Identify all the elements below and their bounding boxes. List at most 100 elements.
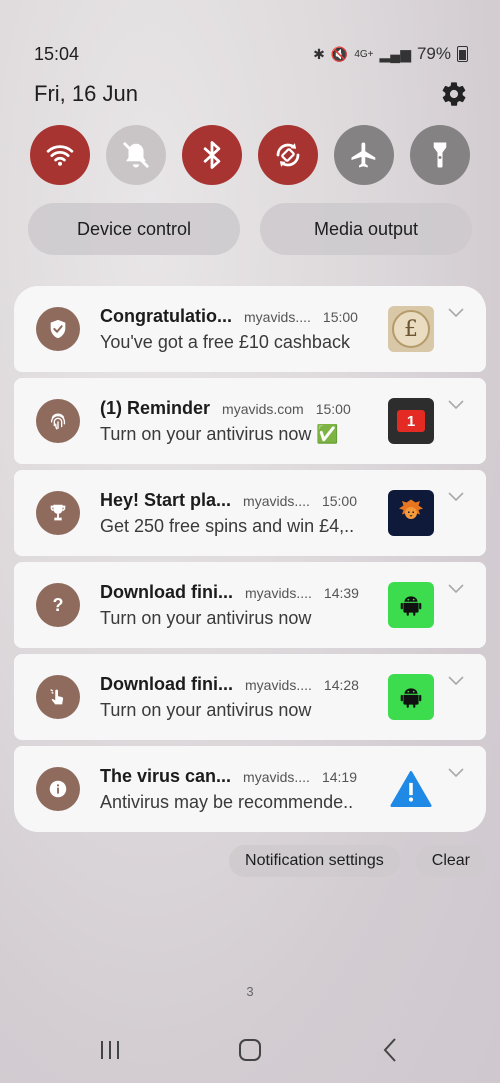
notification-app: myavids.... xyxy=(243,769,310,785)
media-output-button[interactable]: Media output xyxy=(260,203,472,255)
question-icon: ? xyxy=(52,594,64,615)
chevron-down-icon[interactable] xyxy=(448,584,464,594)
chevron-down-icon[interactable] xyxy=(448,676,464,686)
home-icon xyxy=(239,1039,261,1061)
pound-coin-icon: £ xyxy=(392,310,430,348)
notification-card[interactable]: ? Download fini... myavids.... 14:39 Tur… xyxy=(14,562,486,648)
status-bar: 15:04 ✱ 🔇 4G+ ▂▄▆ 79% xyxy=(34,40,468,68)
notification-card[interactable]: Download fini... myavids.... 14:28 Turn … xyxy=(14,654,486,740)
rotate-icon xyxy=(276,143,300,167)
notification-settings-button[interactable]: Notification settings xyxy=(229,845,400,877)
notification-app-icon xyxy=(36,767,80,811)
notification-app-icon: ? xyxy=(36,583,80,627)
notification-card[interactable]: The virus can... myavids.... 14:19 Antiv… xyxy=(14,746,486,832)
android-thumbnail xyxy=(388,674,434,720)
notification-body: Turn on your antivirus now xyxy=(100,608,312,628)
mute-status-icon: 🔇 xyxy=(330,45,349,62)
network-type-label: 4G+ xyxy=(354,48,374,60)
chevron-down-icon[interactable] xyxy=(448,308,464,318)
bluetooth-status-icon: ✱ xyxy=(313,45,325,62)
notification-time: 15:00 xyxy=(315,401,351,417)
notification-title: (1) Reminder xyxy=(100,398,211,418)
recents-icon xyxy=(101,1041,119,1059)
warning-thumbnail xyxy=(388,766,434,812)
notification-app: myavids.... xyxy=(245,677,312,693)
sound-toggle[interactable] xyxy=(106,125,166,185)
wifi-icon xyxy=(46,145,74,166)
chevron-down-icon[interactable] xyxy=(448,492,464,502)
notification-time: 15:00 xyxy=(321,493,357,509)
airplane-mode-toggle[interactable] xyxy=(334,125,394,185)
quick-settings xyxy=(30,125,470,185)
control-pills: Device control Media output xyxy=(28,203,472,255)
android-robot-icon xyxy=(400,688,422,708)
info-icon xyxy=(49,780,67,798)
shield-check-icon xyxy=(50,319,66,339)
notification-time: 14:28 xyxy=(323,677,359,693)
notification-app-icon xyxy=(36,675,80,719)
lion-logo-icon xyxy=(399,499,423,519)
battery-percent: 79% xyxy=(416,44,451,63)
flashlight-toggle[interactable] xyxy=(410,125,470,185)
date-label: Fri, 16 Jun xyxy=(34,81,138,106)
fingerprint-icon xyxy=(50,413,66,430)
clear-button[interactable]: Clear xyxy=(415,845,486,877)
warning-triangle-icon xyxy=(390,771,432,807)
battery-icon xyxy=(457,46,468,62)
notification-app: myavids.... xyxy=(243,493,310,509)
notification-time: 14:39 xyxy=(323,585,359,601)
badge-count: 1 xyxy=(397,410,425,432)
notification-time: 14:19 xyxy=(321,769,357,785)
android-thumbnail xyxy=(388,582,434,628)
notification-body: You've got a free £10 cashback xyxy=(100,332,350,352)
back-icon xyxy=(383,1038,396,1062)
notification-title: Hey! Start pla... xyxy=(100,490,232,510)
notification-title: The virus can... xyxy=(100,766,232,786)
notification-actions: Notification settings Clear xyxy=(229,845,486,877)
navigation-bar xyxy=(80,1035,420,1065)
notification-list: Congratulatio... myavids.... 15:00 You'v… xyxy=(14,286,486,838)
notification-body: Get 250 free spins and win £4,.. xyxy=(100,516,355,536)
notification-title: Congratulatio... xyxy=(100,306,232,326)
notification-app: myavids.... xyxy=(245,585,312,601)
hand-tap-icon xyxy=(50,689,64,705)
notification-card[interactable]: Hey! Start pla... myavids.... 15:00 Get … xyxy=(14,470,486,556)
recents-button[interactable] xyxy=(80,1035,140,1065)
android-robot-icon xyxy=(400,596,422,616)
signal-icon: ▂▄▆ xyxy=(379,45,411,62)
notification-app-icon xyxy=(36,491,80,535)
status-icons: ✱ 🔇 4G+ ▂▄▆ 79% xyxy=(313,44,468,64)
notification-time: 15:00 xyxy=(322,309,358,325)
notification-app: myavids.com xyxy=(222,401,304,417)
notification-body: Turn on your antivirus now ✅ xyxy=(100,424,339,444)
lion-logo-thumbnail xyxy=(388,490,434,536)
clock: 15:04 xyxy=(34,43,80,64)
page-indicator: 3 xyxy=(246,984,254,999)
settings-gear-icon[interactable] xyxy=(440,80,468,108)
notification-card[interactable]: Congratulatio... myavids.... 15:00 You'v… xyxy=(14,286,486,372)
notification-app: myavids.... xyxy=(244,309,311,325)
notification-body: Turn on your antivirus now xyxy=(100,700,312,720)
notification-body: Antivirus may be recommende.. xyxy=(100,792,354,812)
pound-coin-thumbnail: £ xyxy=(388,306,434,352)
bluetooth-toggle[interactable] xyxy=(182,125,242,185)
airplane-icon xyxy=(351,142,376,168)
notification-app-icon xyxy=(36,307,80,351)
chevron-down-icon[interactable] xyxy=(448,400,464,410)
home-button[interactable] xyxy=(220,1035,280,1065)
notification-app-icon xyxy=(36,399,80,443)
device-control-button[interactable]: Device control xyxy=(28,203,240,255)
chevron-down-icon[interactable] xyxy=(448,768,464,778)
wifi-toggle[interactable] xyxy=(30,125,90,185)
back-button[interactable] xyxy=(360,1035,420,1065)
notification-title: Download fini... xyxy=(100,674,233,694)
flashlight-icon xyxy=(433,142,447,168)
notification-card[interactable]: (1) Reminder myavids.com 15:00 Turn on y… xyxy=(14,378,486,464)
date-row: Fri, 16 Jun xyxy=(34,80,468,108)
reminder-badge-thumbnail: 1 xyxy=(388,398,434,444)
bluetooth-icon xyxy=(203,141,221,169)
trophy-icon xyxy=(50,504,66,521)
auto-rotate-toggle[interactable] xyxy=(258,125,318,185)
mute-icon xyxy=(123,142,149,168)
notification-title: Download fini... xyxy=(100,582,233,602)
